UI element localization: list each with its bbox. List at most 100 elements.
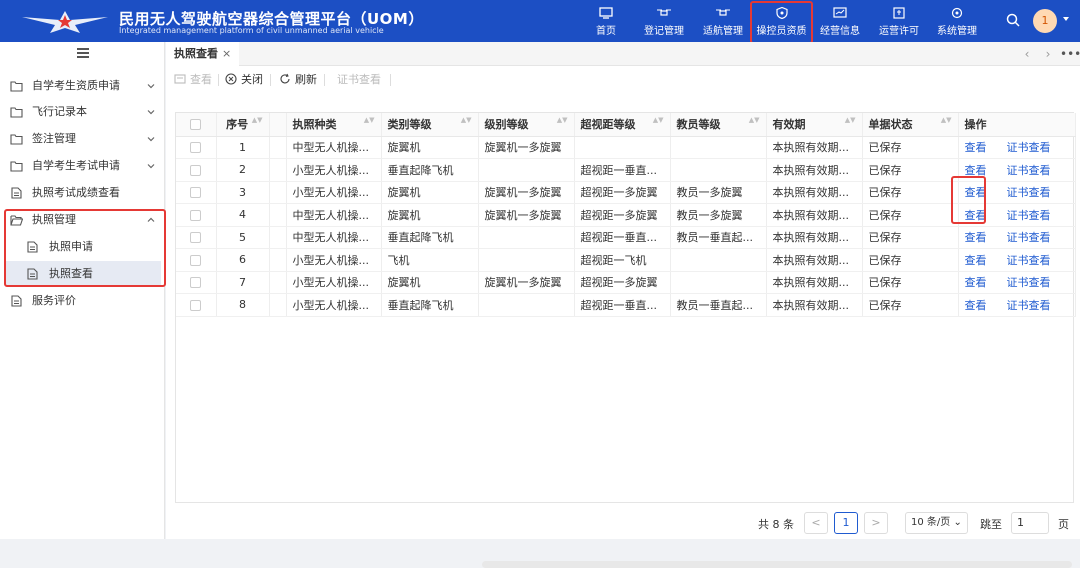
table-cell: 超视距一多旋翼 xyxy=(574,271,671,294)
table-cell: 小型无人机操... xyxy=(286,158,382,182)
select-all-checkbox[interactable] xyxy=(176,113,217,137)
cert-view-link[interactable]: 证书查看 xyxy=(1007,164,1051,177)
view-button[interactable]: 查看 xyxy=(174,72,212,88)
table-cell: 本执照有效期... xyxy=(766,203,863,227)
view-link[interactable]: 查看 xyxy=(965,164,987,177)
table-cell: 旋翼机一多旋翼 xyxy=(478,271,575,294)
goto-page-input[interactable]: 1 xyxy=(1011,512,1049,534)
sidebar-item-service-evaluation[interactable]: 服务评价 xyxy=(0,288,165,314)
table-cell xyxy=(478,293,575,317)
tab-license-view[interactable]: 执照查看 × xyxy=(166,42,240,66)
folder-icon xyxy=(10,81,23,92)
nav-label: 经营信息 xyxy=(820,26,860,37)
column-header[interactable]: 序号 ▲▼ xyxy=(216,113,270,137)
table-cell: 旋翼机 xyxy=(381,203,479,227)
more-icon[interactable]: ••• xyxy=(1060,44,1080,64)
nav-system-management[interactable]: 系统管理 xyxy=(934,0,980,42)
table-row[interactable]: 6 小型无人机操... 飞机 超视距一飞机 本执照有效期... 已保存 查看 证书查看 xyxy=(176,248,1076,272)
column-header[interactable]: 级别等级 ▲▼ xyxy=(478,113,575,137)
chevron-down-icon[interactable] xyxy=(1063,17,1069,21)
table-cell: 小型无人机操... xyxy=(286,248,382,272)
table-cell: 超视距一多旋翼 xyxy=(574,203,671,227)
column-header[interactable]: 超视距等级 ▲▼ xyxy=(574,113,671,137)
row-checkbox[interactable] xyxy=(176,136,217,159)
toolbar-divider xyxy=(270,74,271,86)
view-link[interactable]: 查看 xyxy=(965,254,987,267)
row-spacer xyxy=(269,248,287,272)
table-cell: 已保存 xyxy=(862,248,959,272)
sidebar-item-self-study-qualification[interactable]: 自学考生资质申请 xyxy=(0,73,165,99)
cert-view-link[interactable]: 证书查看 xyxy=(1007,186,1051,199)
nav-home[interactable]: 首页 xyxy=(592,0,620,42)
sidebar-item-flight-log[interactable]: 飞行记录本 xyxy=(0,99,165,125)
table-row[interactable]: 7 小型无人机操... 旋翼机 旋翼机一多旋翼 超视距一多旋翼 本执照有效期... 已保存查… xyxy=(176,271,1076,294)
cert-view-link[interactable]: 证书查看 xyxy=(1007,231,1051,244)
cert-view-link[interactable]: 证书查看 xyxy=(1007,141,1051,154)
nav-registration[interactable]: 登记管理 xyxy=(641,0,687,42)
tab-scroll-right-icon[interactable]: › xyxy=(1038,44,1058,64)
column-header[interactable]: 单据状态 ▲▼ xyxy=(862,113,959,137)
cert-view-link[interactable]: 证书查看 xyxy=(1007,299,1051,312)
sidebar-item-self-study-exam[interactable]: 自学考生考试申请 xyxy=(0,153,165,179)
nav-label: 首页 xyxy=(596,26,616,37)
row-checkbox[interactable] xyxy=(176,226,217,249)
refresh-button[interactable]: 刷新 xyxy=(279,72,317,88)
row-checkbox[interactable] xyxy=(176,248,217,272)
close-icon[interactable]: × xyxy=(222,47,231,60)
table-row[interactable]: 2 小型无人机操... 垂直起降飞机 超视距一垂直... 本执照有效期... 已保存 查看 证… xyxy=(176,158,1076,182)
row-checkbox[interactable] xyxy=(176,271,217,294)
column-header-actions: 操作 xyxy=(958,113,1076,137)
column-header[interactable]: 类别等级 ▲▼ xyxy=(381,113,479,137)
nav-airworthiness[interactable]: 适航管理 xyxy=(700,0,746,42)
row-checkbox[interactable] xyxy=(176,203,217,227)
prev-page-button[interactable]: < xyxy=(804,512,828,534)
folder-icon xyxy=(10,161,23,172)
nav-business-info[interactable]: 经营信息 xyxy=(817,0,863,42)
table-row[interactable]: 3 小型无人机操... 旋翼机 旋翼机一多旋翼 超视距一多旋翼 教员一多旋翼 本执照有效期.… xyxy=(176,181,1076,204)
user-avatar[interactable]: 1 xyxy=(1033,9,1057,33)
table-cell: 已保存 xyxy=(862,203,959,227)
row-checkbox[interactable] xyxy=(176,181,217,204)
table-cell: 旋翼机一多旋翼 xyxy=(478,203,575,227)
table-cell: 小型无人机操... xyxy=(286,181,382,204)
row-actions: 查看 证书查看 xyxy=(958,271,1076,294)
view-link[interactable]: 查看 xyxy=(965,276,987,289)
page-1-button[interactable]: 1 xyxy=(834,512,858,534)
total-count: 共 8 条 xyxy=(758,518,794,531)
table-cell: 已保存 xyxy=(862,293,959,317)
view-link[interactable]: 查看 xyxy=(965,299,987,312)
main-content: 查看 关闭 刷新 证书查看 序号 ▲▼ 执照种类 ▲▼ 类别等级 ▲▼ 级别等级… xyxy=(166,66,1080,568)
table-cell: 本执照有效期... xyxy=(766,293,863,317)
sidebar-item-exam-results[interactable]: 执照考试成绩查看 xyxy=(0,180,165,206)
sidebar-item-endorsement[interactable]: 签注管理 xyxy=(0,126,165,152)
row-checkbox[interactable] xyxy=(176,293,217,317)
cert-view-link[interactable]: 证书查看 xyxy=(1007,209,1051,222)
table-cell: 已保存 xyxy=(862,158,959,182)
column-header[interactable]: 教员等级 ▲▼ xyxy=(670,113,767,137)
view-link[interactable]: 查看 xyxy=(965,231,987,244)
menu-collapse-icon[interactable] xyxy=(77,48,89,58)
row-checkbox[interactable] xyxy=(176,158,217,182)
column-header[interactable]: 执照种类 ▲▼ xyxy=(286,113,382,137)
tab-bar: 执照查看 × ‹ › ••• xyxy=(166,42,1080,66)
row-actions: 查看 证书查看 xyxy=(958,136,1076,159)
row-spacer xyxy=(269,293,287,317)
tab-scroll-left-icon[interactable]: ‹ xyxy=(1017,44,1037,64)
next-page-button[interactable]: > xyxy=(864,512,888,534)
horizontal-scrollbar[interactable] xyxy=(482,561,1072,568)
page-size-select[interactable]: 10 条/页 ⌄ xyxy=(905,512,968,534)
table-row[interactable]: 4 中型无人机操... 旋翼机 旋翼机一多旋翼 超视距一多旋翼 教员一多旋翼 本执照有效期.… xyxy=(176,203,1076,227)
table-row[interactable]: 5 中型无人机操... 垂直起降飞机 超视距一垂直... 教员一垂直起... 本执照有效期… xyxy=(176,226,1076,249)
nav-operation-permit[interactable]: 运营许可 xyxy=(876,0,922,42)
table-row[interactable]: 1 中型无人机操... 旋翼机 旋翼机一多旋翼 本执照有效期... 已保存 查看 证书查看 xyxy=(176,136,1076,159)
cert-view-link[interactable]: 证书查看 xyxy=(1007,254,1051,267)
cert-view-link[interactable]: 证书查看 xyxy=(1007,276,1051,289)
close-button[interactable]: 关闭 xyxy=(225,72,263,88)
column-header[interactable]: 有效期 ▲▼ xyxy=(766,113,863,137)
cert-view-button[interactable]: 证书查看 xyxy=(337,72,381,88)
table-cell: 本执照有效期... xyxy=(766,136,863,159)
search-icon[interactable] xyxy=(1006,13,1020,27)
table-row[interactable]: 8 小型无人机操... 垂直起降飞机 超视距一垂直... 教员一垂直起... 本执照有效期… xyxy=(176,293,1076,317)
view-link[interactable]: 查看 xyxy=(965,141,987,154)
table-cell xyxy=(670,136,767,159)
